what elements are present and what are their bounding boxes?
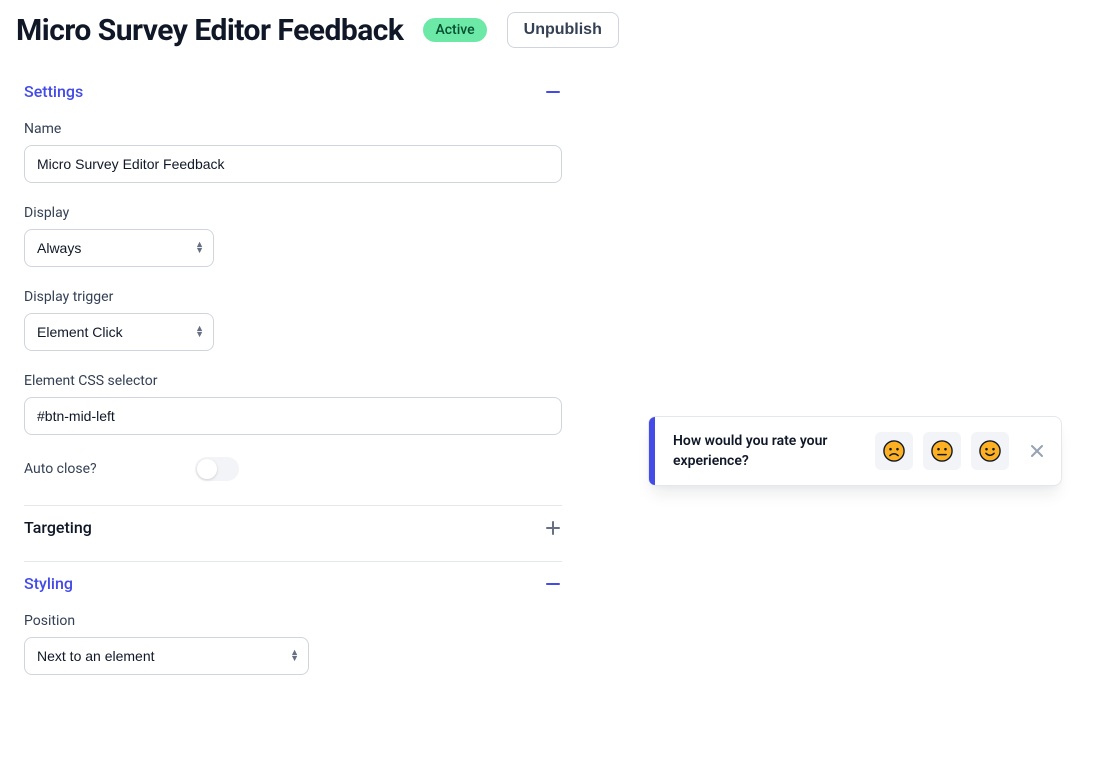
display-select[interactable]: Always [24,229,214,267]
section-styling-header[interactable]: Styling [24,574,562,593]
app-root: Micro Survey Editor Feedback Active Unpu… [0,0,1111,762]
emoji-happy-button[interactable] [971,432,1009,470]
section-targeting-header[interactable]: Targeting [24,518,562,537]
section-styling-title: Styling [24,574,73,593]
autoclose-label: Auto close? [24,461,97,477]
section-targeting-title: Targeting [24,518,92,537]
section-targeting: Targeting [24,506,562,562]
field-display: Display Always ▲▼ [24,205,562,267]
emoji-neutral-button[interactable] [923,432,961,470]
field-autoclose: Auto close? [24,457,562,481]
minus-icon [544,83,562,101]
close-icon [1030,444,1044,458]
field-selector: Element CSS selector [24,373,562,435]
preview-pane: How would you rate your experience? [586,48,1111,750]
page-title: Micro Survey Editor Feedback [16,13,403,48]
position-label: Position [24,613,562,629]
survey-question: How would you rate your experience? [669,431,861,471]
neutral-face-icon [931,440,953,462]
survey-close-button[interactable] [1027,441,1047,461]
trigger-label: Display trigger [24,289,562,305]
selector-label: Element CSS selector [24,373,562,389]
unpublish-button[interactable]: Unpublish [507,12,619,48]
sad-face-icon [883,440,905,462]
selector-input[interactable] [24,397,562,435]
field-trigger: Display trigger Element Click ▲▼ [24,289,562,351]
minus-icon [544,575,562,593]
emoji-sad-button[interactable] [875,432,913,470]
status-badge: Active [423,18,486,42]
emoji-rating-row [875,432,1009,470]
toggle-knob [197,459,217,479]
name-input[interactable] [24,145,562,183]
name-label: Name [24,121,562,137]
autoclose-toggle[interactable] [195,457,239,481]
section-settings-header[interactable]: Settings [24,82,562,101]
field-position: Position Next to an element ▲▼ [24,613,562,675]
page-body: Settings Name Display Always [0,48,1111,750]
settings-scroll[interactable]: Settings Name Display Always [0,48,586,750]
section-settings-title: Settings [24,82,83,101]
position-select[interactable]: Next to an element [24,637,309,675]
survey-accent-bar [649,417,655,485]
display-label: Display [24,205,562,221]
page-header: Micro Survey Editor Feedback Active Unpu… [0,0,1111,48]
settings-panel: Settings Name Display Always [0,48,586,750]
happy-face-icon [979,440,1001,462]
section-settings: Settings Name Display Always [24,70,562,506]
plus-icon [544,519,562,537]
field-name: Name [24,121,562,183]
trigger-select[interactable]: Element Click [24,313,214,351]
survey-widget: How would you rate your experience? [648,416,1062,486]
section-styling: Styling Position Next to an element [24,562,562,675]
